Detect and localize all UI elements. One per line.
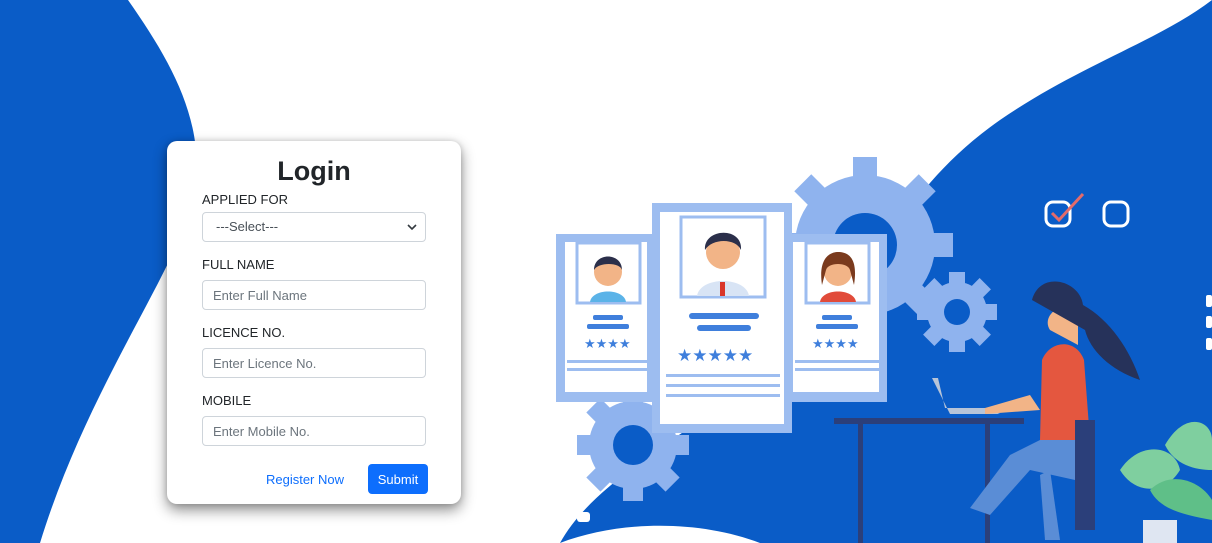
full-name-input[interactable] (202, 280, 426, 310)
mobile-input[interactable] (202, 416, 426, 446)
login-card: Login APPLIED FOR ---Select--- FULL NAME… (167, 141, 461, 504)
page-title: Login (277, 156, 351, 186)
svg-text:★★★★: ★★★★ (584, 337, 631, 352)
svg-text:★★★★★: ★★★★★ (677, 346, 753, 366)
licence-no-label: LICENCE NO. (202, 325, 286, 340)
svg-text:★★★★: ★★★★ (812, 337, 859, 352)
gear-icon (917, 272, 997, 352)
licence-no-input[interactable] (202, 348, 426, 378)
register-now-link[interactable]: Register Now (266, 472, 344, 487)
mobile-label: MOBILE (202, 393, 252, 408)
pagination-dots (531, 512, 590, 522)
chevron-down-icon (407, 224, 417, 231)
profile-card-icon: ★★★★★ (652, 203, 792, 433)
applied-for-label: APPLIED FOR (202, 192, 288, 207)
applied-for-selected-value: ---Select--- (216, 219, 279, 234)
submit-button[interactable]: Submit (368, 464, 428, 494)
profile-card-icon: ★★★★ (785, 234, 887, 402)
applied-for-select[interactable]: ---Select--- (202, 212, 426, 242)
form-actions: Register Now Submit (266, 464, 428, 494)
full-name-label: FULL NAME (202, 257, 275, 272)
profile-card-icon: ★★★★ (556, 234, 656, 402)
